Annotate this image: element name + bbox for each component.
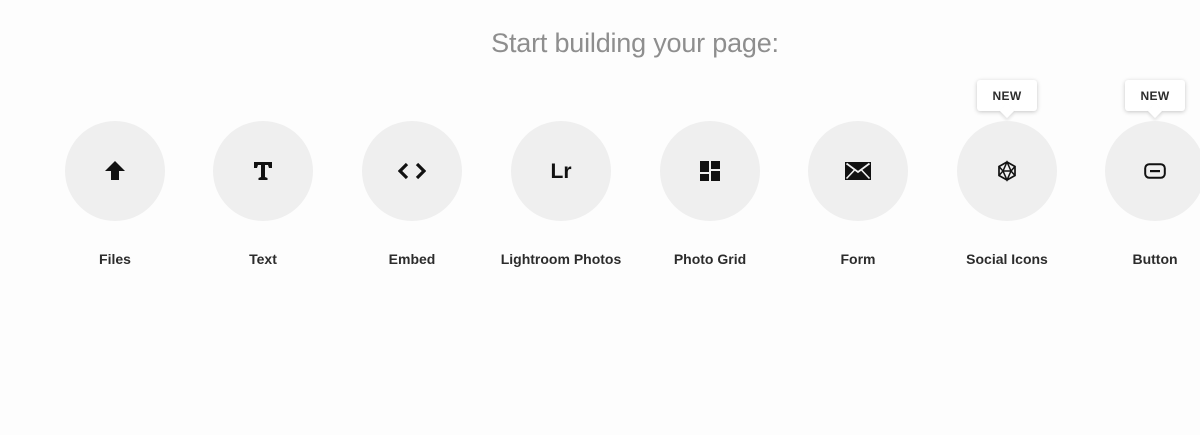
svg-text:Lr: Lr [551, 160, 572, 182]
add-photo-grid-block[interactable]: Photo Grid [636, 80, 784, 280]
files-label: Files [99, 251, 131, 267]
upload-arrow-icon [105, 161, 125, 180]
button-icon [1144, 163, 1166, 179]
add-text-block[interactable]: Text [189, 80, 337, 280]
text-label: Text [249, 251, 277, 267]
embed-code-icon [398, 162, 426, 180]
new-badge: NEW [1125, 80, 1185, 111]
embed-label: Embed [388, 251, 436, 267]
add-files-button[interactable] [65, 121, 165, 221]
photo-grid-icon [700, 161, 720, 181]
social-network-icon [998, 160, 1016, 182]
add-files-block[interactable]: Files [41, 80, 189, 280]
add-button-block[interactable]: NEW Button [1081, 80, 1200, 280]
add-form-button[interactable] [808, 121, 908, 221]
add-button-button[interactable] [1105, 121, 1200, 221]
add-social-icons-block[interactable]: NEW Social Icons [933, 80, 1081, 280]
page-heading: Start building your page: [491, 28, 779, 58]
add-photo-grid-button[interactable] [660, 121, 760, 221]
add-lightroom-photos-block[interactable]: Lr Lightroom Photos [487, 80, 635, 280]
add-embed-block[interactable]: Embed [338, 80, 486, 280]
add-text-button[interactable] [213, 121, 313, 221]
button-label: Button [1132, 251, 1178, 267]
add-embed-button[interactable] [362, 121, 462, 221]
envelope-icon [845, 162, 871, 180]
form-label: Form [840, 251, 876, 267]
page-builder-panel: Start building your page: Files Text Emb… [0, 0, 1200, 435]
lightroom-icon: Lr [551, 160, 572, 182]
text-icon [254, 162, 272, 180]
photo-grid-label: Photo Grid [673, 251, 747, 267]
social-icons-label: Social Icons [966, 251, 1048, 267]
lightroom-photos-label: Lightroom Photos [500, 251, 622, 267]
add-lightroom-photos-button[interactable]: Lr [511, 121, 611, 221]
add-form-block[interactable]: Form [784, 80, 932, 280]
new-badge: NEW [977, 80, 1037, 111]
add-social-icons-button[interactable] [957, 121, 1057, 221]
